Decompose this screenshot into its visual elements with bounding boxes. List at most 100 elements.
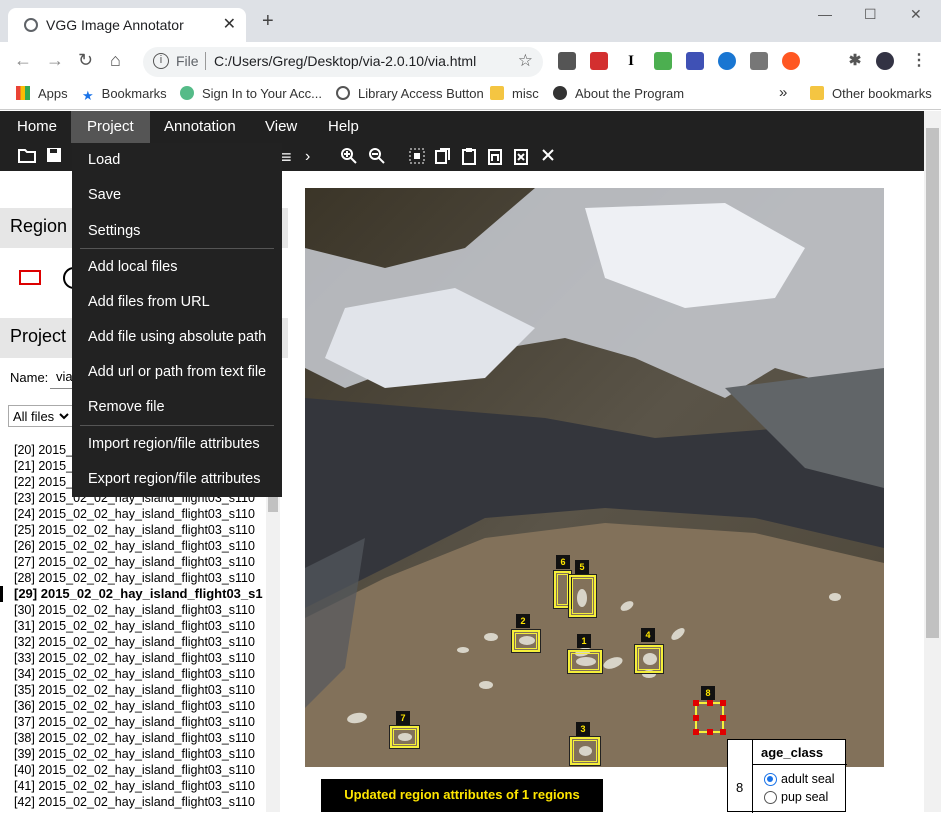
- menu-item-add-local-files[interactable]: Add local files: [88, 259, 177, 275]
- resize-handle[interactable]: [707, 700, 713, 706]
- maximize-button[interactable]: ☐: [864, 6, 877, 23]
- file-list-item[interactable]: [26] 2015_02_02_hay_island_flight03_s110: [0, 538, 266, 554]
- file-list-item[interactable]: [31] 2015_02_02_hay_island_flight03_s110: [0, 618, 266, 634]
- extension-icon[interactable]: [590, 52, 608, 70]
- region-box-3[interactable]: [570, 737, 600, 765]
- url-field[interactable]: i File C:/Users/Greg/Desktop/via-2.0.10/…: [143, 47, 543, 77]
- window-close-button[interactable]: ✕: [910, 6, 922, 23]
- menu-item-import-attributes[interactable]: Import region/file attributes: [88, 436, 260, 452]
- file-list-item[interactable]: [24] 2015_02_02_hay_island_flight03_s110: [0, 506, 266, 522]
- reload-icon[interactable]: ↻: [78, 50, 93, 71]
- menu-annotation[interactable]: Annotation: [148, 111, 252, 143]
- bookmarks-overflow[interactable]: »: [779, 84, 787, 101]
- file-list-item[interactable]: [33] 2015_02_02_hay_island_flight03_s110: [0, 650, 266, 666]
- file-list-item[interactable]: [25] 2015_02_02_hay_island_flight03_s110: [0, 522, 266, 538]
- resize-handle[interactable]: [693, 729, 699, 735]
- zoom-out-icon[interactable]: [368, 147, 386, 171]
- bookmark-star-icon[interactable]: ☆: [518, 51, 533, 71]
- file-list-item[interactable]: [27] 2015_02_02_hay_island_flight03_s110: [0, 554, 266, 570]
- extension-icon[interactable]: [654, 52, 672, 70]
- avatar[interactable]: [876, 52, 894, 70]
- extension-icon[interactable]: I: [622, 52, 640, 70]
- resize-handle[interactable]: [720, 715, 726, 721]
- next-icon[interactable]: ›: [305, 147, 310, 167]
- kebab-menu-icon[interactable]: ⋮: [910, 52, 928, 70]
- copy-icon[interactable]: [434, 147, 452, 171]
- resize-handle[interactable]: [693, 700, 699, 706]
- home-icon[interactable]: ⌂: [110, 50, 121, 71]
- file-list-item[interactable]: [28] 2015_02_02_hay_island_flight03_s110: [0, 570, 266, 586]
- bookmark-bookmarks[interactable]: ★ Bookmarks: [82, 86, 167, 103]
- menu-item-add-files-from-url[interactable]: Add files from URL: [88, 294, 210, 310]
- browser-tab[interactable]: VGG Image Annotator ✕: [8, 8, 246, 42]
- file-list-item[interactable]: [38] 2015_02_02_hay_island_flight03_s110: [0, 730, 266, 746]
- resize-handle[interactable]: [707, 729, 713, 735]
- project-name-input[interactable]: via: [50, 365, 74, 389]
- region-box-2[interactable]: [512, 630, 540, 652]
- menu-item-settings[interactable]: Settings: [88, 223, 140, 239]
- file-list-item[interactable]: [36] 2015_02_02_hay_island_flight03_s110: [0, 698, 266, 714]
- file-list-item[interactable]: [37] 2015_02_02_hay_island_flight03_s110: [0, 714, 266, 730]
- menu-item-export-attributes[interactable]: Export region/file attributes: [88, 471, 260, 487]
- region-box-5[interactable]: [569, 575, 596, 617]
- menu-item-save[interactable]: Save: [88, 187, 121, 203]
- resize-handle[interactable]: [693, 715, 699, 721]
- page-scroll-thumb[interactable]: [926, 128, 939, 638]
- region-box-1[interactable]: [568, 650, 602, 673]
- extension-icon[interactable]: [718, 52, 736, 70]
- back-icon[interactable]: ←: [14, 50, 32, 71]
- forward-icon[interactable]: →: [46, 50, 64, 71]
- image-canvas[interactable]: 2 1 4 6 5 7 3 8: [305, 188, 884, 767]
- resize-handle[interactable]: [720, 700, 726, 706]
- file-list-item[interactable]: [41] 2015_02_02_hay_island_flight03_s110: [0, 778, 266, 794]
- menu-item-remove-file[interactable]: Remove file: [88, 399, 165, 415]
- bookmark-library[interactable]: Library Access Button: [336, 86, 484, 101]
- tab-close-icon[interactable]: ✕: [223, 14, 236, 34]
- file-list-item[interactable]: [34] 2015_02_02_hay_island_flight03_s110: [0, 666, 266, 682]
- menu-project[interactable]: Project: [71, 111, 150, 143]
- new-tab-button[interactable]: +: [262, 11, 274, 31]
- close-icon[interactable]: [540, 147, 556, 169]
- puzzle-icon[interactable]: ✱: [846, 52, 864, 70]
- file-filter-select[interactable]: All files: [8, 405, 73, 427]
- menu-item-load[interactable]: Load: [88, 152, 120, 168]
- list-icon[interactable]: ≡: [281, 147, 292, 167]
- save-icon[interactable]: [46, 147, 62, 169]
- rectangle-shape-icon[interactable]: [19, 270, 41, 285]
- zoom-in-icon[interactable]: [340, 147, 358, 171]
- info-icon[interactable]: i: [153, 53, 169, 69]
- file-list-item[interactable]: [42] 2015_02_02_hay_island_flight03_s110: [0, 794, 266, 810]
- paste-n-icon[interactable]: [486, 147, 504, 171]
- bookmark-sign-in[interactable]: Sign In to Your Acc...: [180, 86, 322, 101]
- menu-home[interactable]: Home: [1, 111, 73, 143]
- extension-icon[interactable]: [782, 52, 800, 70]
- file-list-item[interactable]: [39] 2015_02_02_hay_island_flight03_s110: [0, 746, 266, 762]
- region-box-7[interactable]: [390, 726, 419, 748]
- minimize-button[interactable]: —: [818, 6, 832, 22]
- menu-item-add-url-from-text-file[interactable]: Add url or path from text file: [88, 364, 266, 380]
- region-box-8-selected[interactable]: [693, 700, 726, 735]
- radio-adult-seal[interactable]: [764, 773, 777, 786]
- extension-icon[interactable]: [558, 52, 576, 70]
- extension-icon[interactable]: [686, 52, 704, 70]
- menu-help[interactable]: Help: [312, 111, 375, 143]
- radio-pup-seal[interactable]: [764, 791, 777, 804]
- menu-view[interactable]: View: [249, 111, 313, 143]
- other-bookmarks[interactable]: Other bookmarks: [810, 86, 932, 101]
- menu-item-add-file-absolute-path[interactable]: Add file using absolute path: [88, 329, 266, 345]
- bookmark-apps[interactable]: Apps: [16, 86, 68, 101]
- file-list-item[interactable]: [40] 2015_02_02_hay_island_flight03_s110: [0, 762, 266, 778]
- select-all-icon[interactable]: [408, 147, 426, 171]
- bookmark-about[interactable]: About the Program: [553, 86, 684, 101]
- extension-icon[interactable]: [750, 52, 768, 70]
- file-list-item[interactable]: [35] 2015_02_02_hay_island_flight03_s110: [0, 682, 266, 698]
- extension-icon[interactable]: [814, 52, 832, 70]
- file-list-item[interactable]: [32] 2015_02_02_hay_island_flight03_s110: [0, 634, 266, 650]
- delete-region-icon[interactable]: [512, 147, 530, 171]
- open-folder-icon[interactable]: [18, 147, 36, 169]
- bookmark-folder-misc[interactable]: misc: [490, 86, 539, 101]
- file-list-item[interactable]: [30] 2015_02_02_hay_island_flight03_s110: [0, 602, 266, 618]
- resize-handle[interactable]: [720, 729, 726, 735]
- region-box-4[interactable]: [635, 645, 663, 673]
- file-list-item[interactable]: [29] 2015_02_02_hay_island_flight03_s1: [0, 586, 266, 602]
